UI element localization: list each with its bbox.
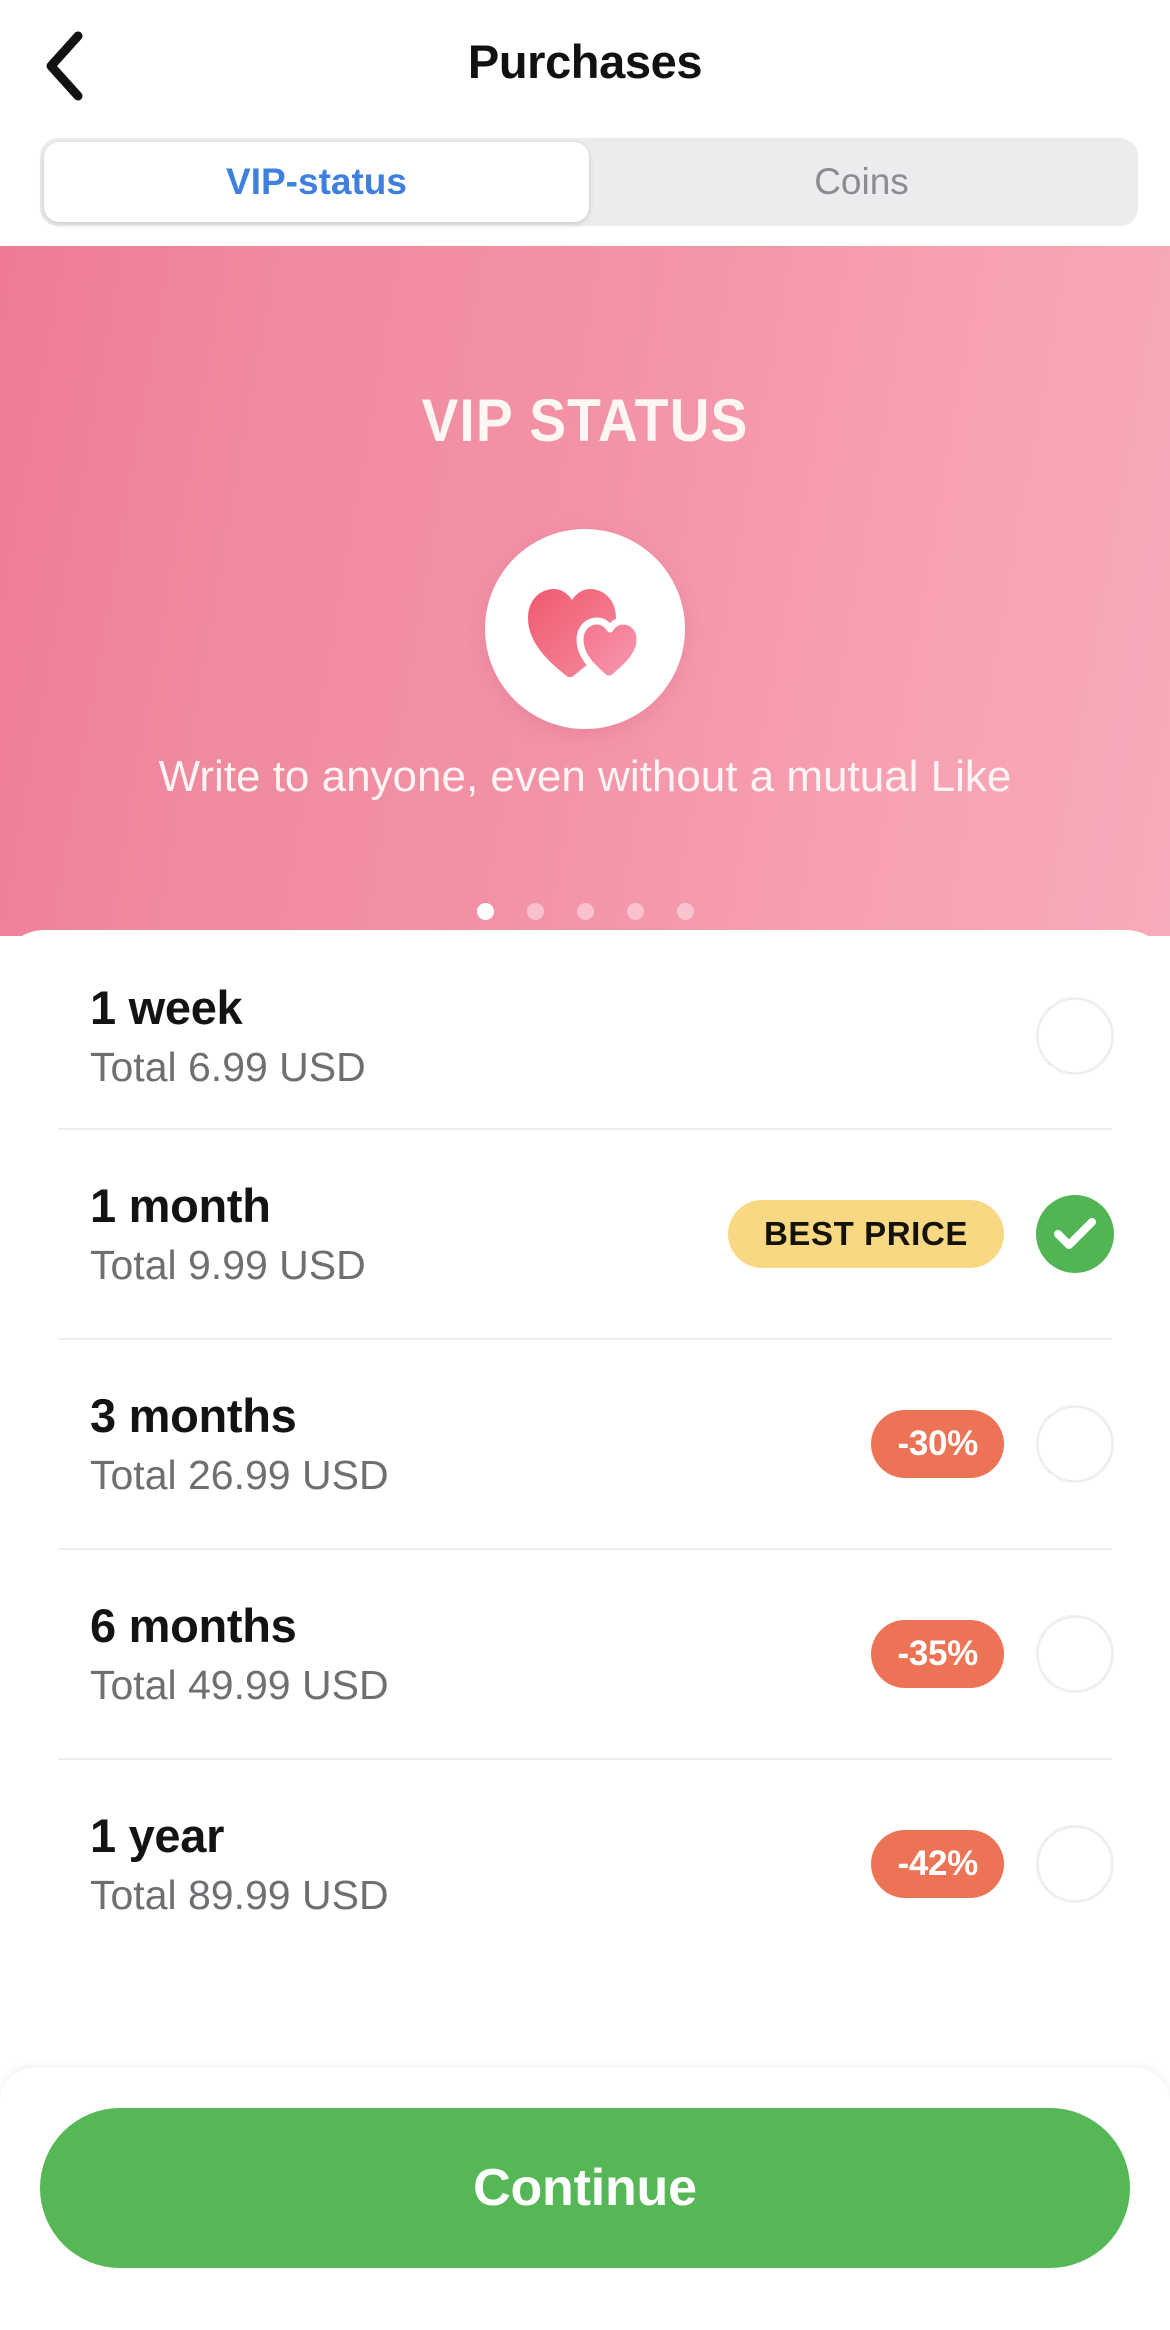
plan-total: Total 49.99 USD: [90, 1662, 389, 1709]
plan-row-3-months[interactable]: 3 months Total 26.99 USD -30%: [0, 1340, 1170, 1548]
plan-text: 6 months Total 49.99 USD: [90, 1598, 871, 1709]
navigation-bar: Purchases: [0, 0, 1170, 132]
discount-badge: -30%: [871, 1410, 1004, 1478]
page-title: Purchases: [467, 35, 703, 88]
segmented-control: VIP-status Coins: [40, 138, 1138, 226]
plans-card: 1 week Total 6.99 USD 1 month Total 9.99…: [0, 930, 1170, 2070]
carousel-dot-5[interactable]: [676, 903, 694, 920]
vip-promo-banner[interactable]: VIP STATUS Write to anyone, even without…: [0, 246, 1170, 936]
plan-title: 1 year: [90, 1808, 225, 1862]
carousel-dot-3[interactable]: [576, 903, 594, 920]
plan-right: -30%: [871, 1405, 1114, 1483]
plan-radio-selected[interactable]: [1036, 1195, 1114, 1273]
plan-title: 6 months: [90, 1598, 297, 1652]
banner-icon-circle: [485, 529, 685, 729]
plan-row-1-month[interactable]: 1 month Total 9.99 USD BEST PRICE: [0, 1130, 1170, 1338]
plan-right: BEST PRICE: [727, 1195, 1114, 1273]
plan-text: 1 month Total 9.99 USD: [90, 1178, 728, 1289]
plan-radio-unselected[interactable]: [1036, 997, 1114, 1075]
tab-coins-label: Coins: [814, 161, 909, 202]
discount-badge: -35%: [871, 1620, 1004, 1688]
plan-total: Total 9.99 USD: [90, 1242, 366, 1289]
carousel-dot-2[interactable]: [526, 903, 544, 920]
plan-title: 1 month: [90, 1178, 271, 1232]
plan-text: 1 week Total 6.99 USD: [90, 980, 1036, 1091]
plan-row-6-months[interactable]: 6 months Total 49.99 USD -35%: [0, 1550, 1170, 1758]
plan-radio-unselected[interactable]: [1036, 1825, 1114, 1903]
tab-coins[interactable]: Coins: [589, 142, 1134, 222]
bottom-action-bar: Continue: [0, 2068, 1170, 2330]
check-icon: [1053, 1216, 1097, 1252]
plan-radio-unselected[interactable]: [1036, 1405, 1114, 1483]
carousel-dots: [0, 903, 1170, 920]
plan-right: [1036, 997, 1114, 1075]
two-hearts-icon: [524, 573, 646, 685]
purchases-screen: Purchases VIP-status Coins VIP STATUS Wr…: [0, 0, 1170, 2330]
plan-text: 3 months Total 26.99 USD: [90, 1388, 871, 1499]
plan-total: Total 89.99 USD: [90, 1872, 389, 1919]
plan-total: Total 6.99 USD: [90, 1044, 366, 1091]
plan-total: Total 26.99 USD: [90, 1452, 389, 1499]
plan-right: -35%: [871, 1615, 1114, 1693]
continue-button[interactable]: Continue: [40, 2108, 1130, 2268]
carousel-dot-4[interactable]: [626, 903, 644, 920]
banner-title: VIP STATUS: [421, 387, 749, 454]
plan-text: 1 year Total 89.99 USD: [90, 1808, 871, 1919]
plan-row-1-year[interactable]: 1 year Total 89.99 USD -42%: [0, 1760, 1170, 1968]
banner-subtitle: Write to anyone, even without a mutual L…: [158, 752, 1012, 801]
best-price-badge: BEST PRICE: [727, 1200, 1004, 1268]
plan-title: 1 week: [90, 980, 243, 1034]
plan-right: -42%: [871, 1825, 1114, 1903]
discount-badge: -42%: [871, 1830, 1004, 1898]
plan-row-1-week[interactable]: 1 week Total 6.99 USD: [0, 930, 1170, 1128]
tab-vip-status[interactable]: VIP-status: [44, 142, 589, 222]
plan-radio-unselected[interactable]: [1036, 1615, 1114, 1693]
plan-title: 3 months: [90, 1388, 297, 1442]
tab-vip-status-label: VIP-status: [226, 161, 407, 202]
carousel-dot-1[interactable]: [476, 903, 494, 920]
